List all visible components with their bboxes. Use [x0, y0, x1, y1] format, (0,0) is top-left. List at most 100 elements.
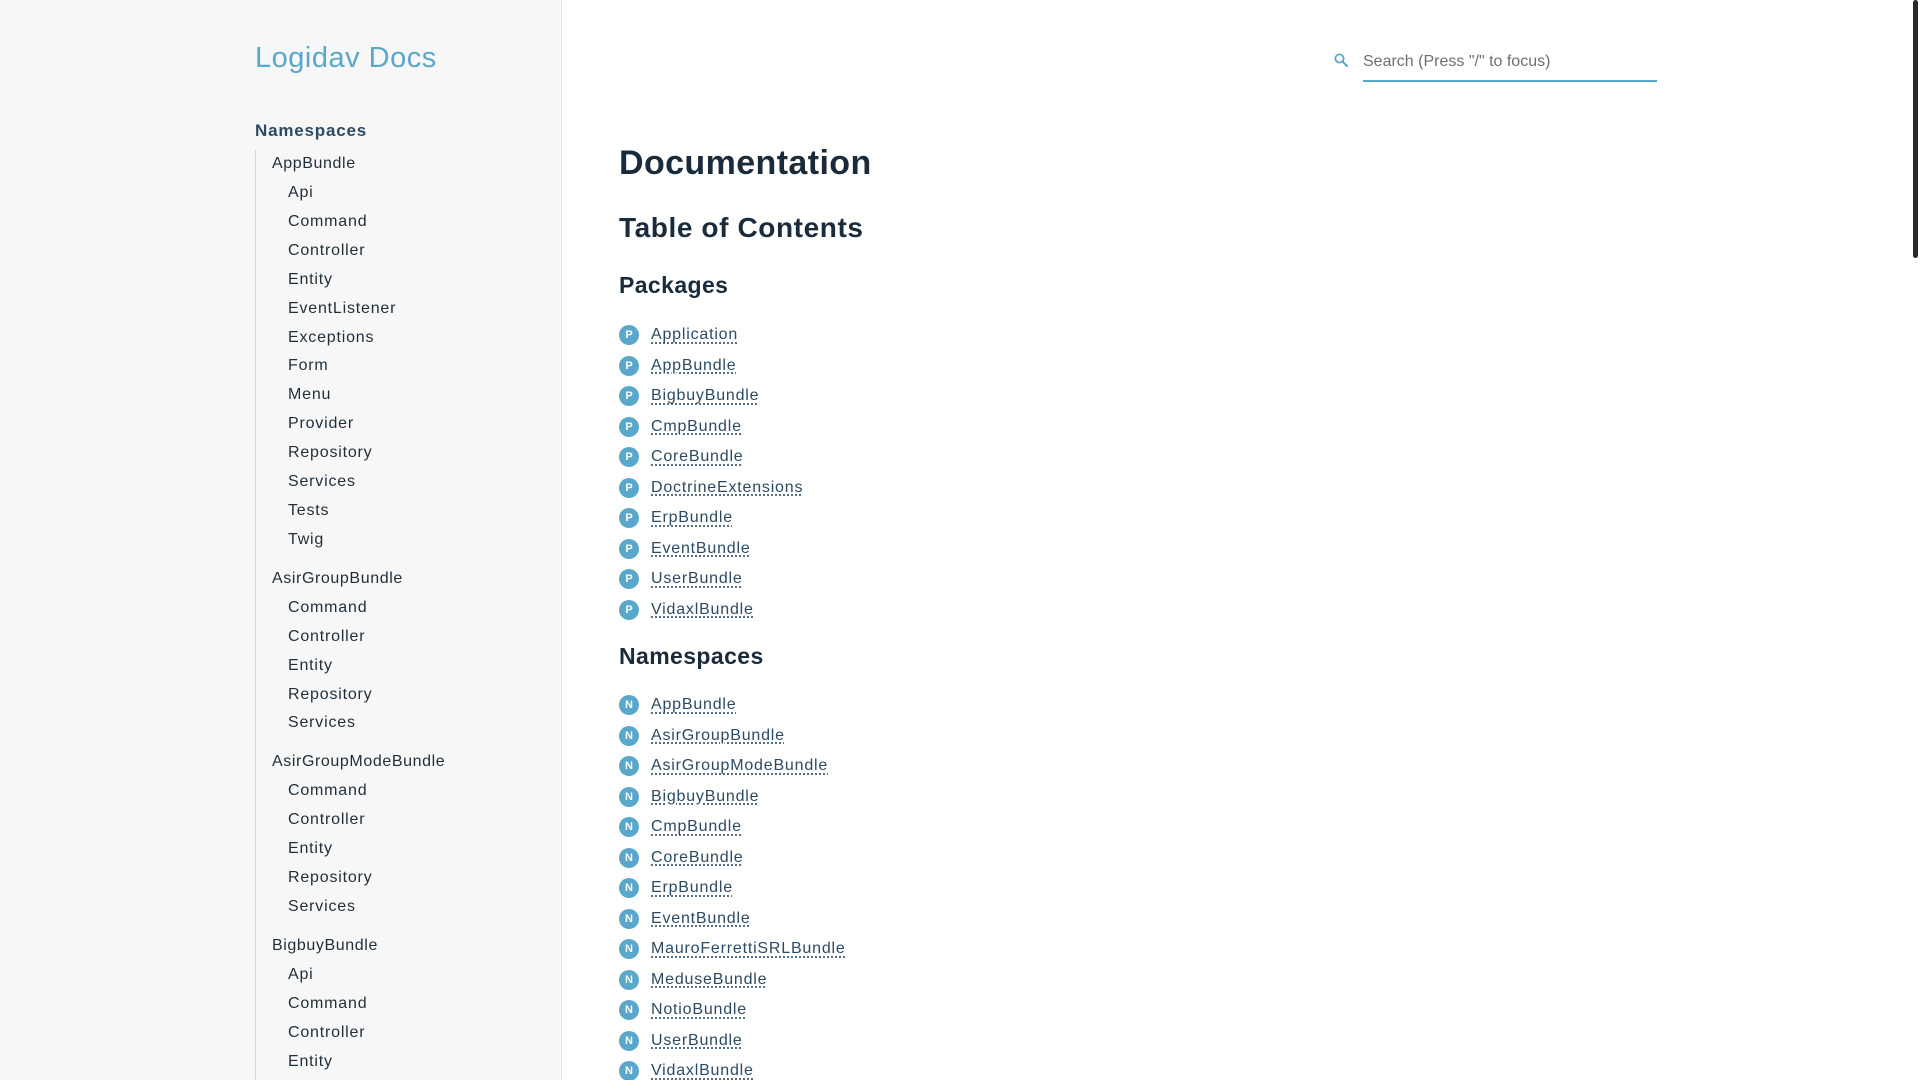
search-bar: [1332, 44, 1672, 82]
namespace-badge: N: [619, 725, 639, 746]
sidebar-subnamespace-link[interactable]: Command: [272, 990, 545, 1019]
namespace-tree: AppBundle Api Command Controller Entity Event…: [255, 150, 545, 1080]
toc-title: Table of Contents: [619, 212, 864, 243]
list-item: P UserBundle: [619, 564, 803, 595]
namespace-badge: N: [619, 756, 639, 777]
package-badge: P: [619, 325, 639, 346]
list-item: P DoctrineExtensions: [619, 473, 803, 504]
namespace-badge: N: [619, 969, 639, 990]
package-link[interactable]: Application: [651, 326, 738, 344]
package-link[interactable]: BigbuyBundle: [651, 387, 759, 405]
sidebar-subnamespace-link[interactable]: Api: [272, 961, 545, 990]
package-link[interactable]: DoctrineExtensions: [651, 479, 803, 497]
sidebar-subnamespace-link[interactable]: Exceptions: [272, 324, 545, 353]
list-item: P ErpBundle: [619, 503, 803, 534]
namespace-link[interactable]: MeduseBundle: [651, 971, 767, 989]
namespace-group: AppBundle Api Command Controller Entity Event…: [272, 150, 545, 555]
list-item: P BigbuyBundle: [619, 381, 803, 412]
list-item: N UserBundle: [619, 1026, 846, 1057]
namespace-badge: N: [619, 1000, 639, 1021]
package-link[interactable]: UserBundle: [651, 570, 743, 588]
site-title-link[interactable]: Logidav Docs: [255, 42, 437, 75]
sidebar: Logidav Docs Namespaces AppBundle Api Comm…: [0, 0, 562, 1080]
package-link[interactable]: VidaxlBundle: [651, 601, 754, 619]
search-input[interactable]: [1363, 44, 1657, 82]
sidebar-subnamespace-link[interactable]: EventListener: [272, 295, 545, 324]
namespace-link[interactable]: AppBundle: [651, 696, 737, 714]
namespace-badge: N: [619, 878, 639, 899]
sidebar-subnamespace-link[interactable]: Provider: [272, 410, 545, 439]
packages-heading: Packages: [619, 272, 729, 298]
list-item: N VidaxlBundle: [619, 1056, 846, 1080]
sidebar-subnamespace-link[interactable]: Command: [272, 777, 545, 806]
package-link[interactable]: ErpBundle: [651, 509, 733, 527]
namespace-link[interactable]: BigbuyBundle: [651, 788, 759, 806]
package-link[interactable]: CoreBundle: [651, 448, 744, 466]
sidebar-subnamespace-link[interactable]: Api: [272, 179, 545, 208]
sidebar-subnamespace-link[interactable]: Entity: [272, 835, 545, 864]
package-link[interactable]: EventBundle: [651, 540, 751, 558]
package-badge: P: [619, 477, 639, 498]
list-item: N NotioBundle: [619, 995, 846, 1026]
sidebar-subnamespace-link[interactable]: Controller: [272, 237, 545, 266]
sidebar-namespace-link[interactable]: BigbuyBundle: [272, 932, 545, 961]
namespaces-list: N AppBundle N AsirGroupBundle N AsirGroupMode…: [619, 690, 846, 1080]
package-link[interactable]: CmpBundle: [651, 418, 742, 436]
sidebar-subnamespace-link[interactable]: Controller: [272, 623, 545, 652]
namespace-link[interactable]: AsirGroupBundle: [651, 727, 785, 745]
namespace-badge: N: [619, 1030, 639, 1051]
namespace-badge: N: [619, 817, 639, 838]
sidebar-subnamespace-link[interactable]: Controller: [272, 1019, 545, 1048]
package-badge: P: [619, 508, 639, 529]
package-badge: P: [619, 599, 639, 620]
namespace-link[interactable]: EventBundle: [651, 910, 751, 928]
package-badge: P: [619, 569, 639, 590]
sidebar-subnamespace-link[interactable]: Command: [272, 594, 545, 623]
list-item: P Application: [619, 320, 803, 351]
sidebar-subnamespace-link[interactable]: Services: [272, 709, 545, 738]
package-badge: P: [619, 447, 639, 468]
sidebar-subnamespace-link[interactable]: Entity: [272, 652, 545, 681]
sidebar-namespace-link[interactable]: AsirGroupModeBundle: [272, 748, 545, 777]
list-item: N MauroFerrettiSRLBundle: [619, 934, 846, 965]
namespace-link[interactable]: CmpBundle: [651, 818, 742, 836]
scrollbar-thumb[interactable]: [1913, 0, 1918, 258]
sidebar-subnamespace-link[interactable]: Entity: [272, 1048, 545, 1077]
list-item: N ErpBundle: [619, 873, 846, 904]
sidebar-subnamespace-link[interactable]: Tests: [272, 497, 545, 526]
namespace-link[interactable]: NotioBundle: [651, 1001, 747, 1019]
package-link[interactable]: AppBundle: [651, 357, 737, 375]
sidebar-subnamespace-link[interactable]: Repository: [272, 439, 545, 468]
namespace-link[interactable]: VidaxlBundle: [651, 1062, 754, 1080]
namespace-badge: N: [619, 786, 639, 807]
sidebar-namespace-link[interactable]: AppBundle: [272, 150, 545, 179]
sidebar-subnamespace-link[interactable]: Command: [272, 208, 545, 237]
sidebar-subnamespace-link[interactable]: Twig: [272, 526, 545, 555]
list-item: N AsirGroupModeBundle: [619, 751, 846, 782]
search-icon: [1334, 53, 1349, 68]
namespace-link[interactable]: CoreBundle: [651, 849, 744, 867]
sidebar-subnamespace-link[interactable]: Menu: [272, 381, 545, 410]
sidebar-subnamespace-link[interactable]: Repository: [272, 681, 545, 710]
namespace-link[interactable]: ErpBundle: [651, 879, 733, 897]
package-badge: P: [619, 386, 639, 407]
namespace-link[interactable]: MauroFerrettiSRLBundle: [651, 940, 846, 958]
list-item: P AppBundle: [619, 351, 803, 382]
namespace-group: BigbuyBundle Api Command Controller Entity: [272, 932, 545, 1077]
namespace-group: AsirGroupBundle Command Controller Entity Re…: [272, 565, 545, 739]
package-badge: P: [619, 538, 639, 559]
sidebar-subnamespace-link[interactable]: Controller: [272, 806, 545, 835]
namespace-link[interactable]: AsirGroupModeBundle: [651, 757, 828, 775]
namespaces-heading: Namespaces: [619, 643, 764, 669]
list-item: N BigbuyBundle: [619, 782, 846, 813]
sidebar-subnamespace-link[interactable]: Repository: [272, 864, 545, 893]
sidebar-subnamespace-link[interactable]: Services: [272, 893, 545, 922]
namespace-group: AsirGroupModeBundle Command Controller Enti…: [272, 748, 545, 922]
sidebar-subnamespace-link[interactable]: Form: [272, 352, 545, 381]
sidebar-namespace-link[interactable]: AsirGroupBundle: [272, 565, 545, 594]
namespace-badge: N: [619, 847, 639, 868]
sidebar-subnamespace-link[interactable]: Entity: [272, 266, 545, 295]
sidebar-section-title: Namespaces: [255, 121, 367, 140]
sidebar-subnamespace-link[interactable]: Services: [272, 468, 545, 497]
namespace-link[interactable]: UserBundle: [651, 1032, 743, 1050]
